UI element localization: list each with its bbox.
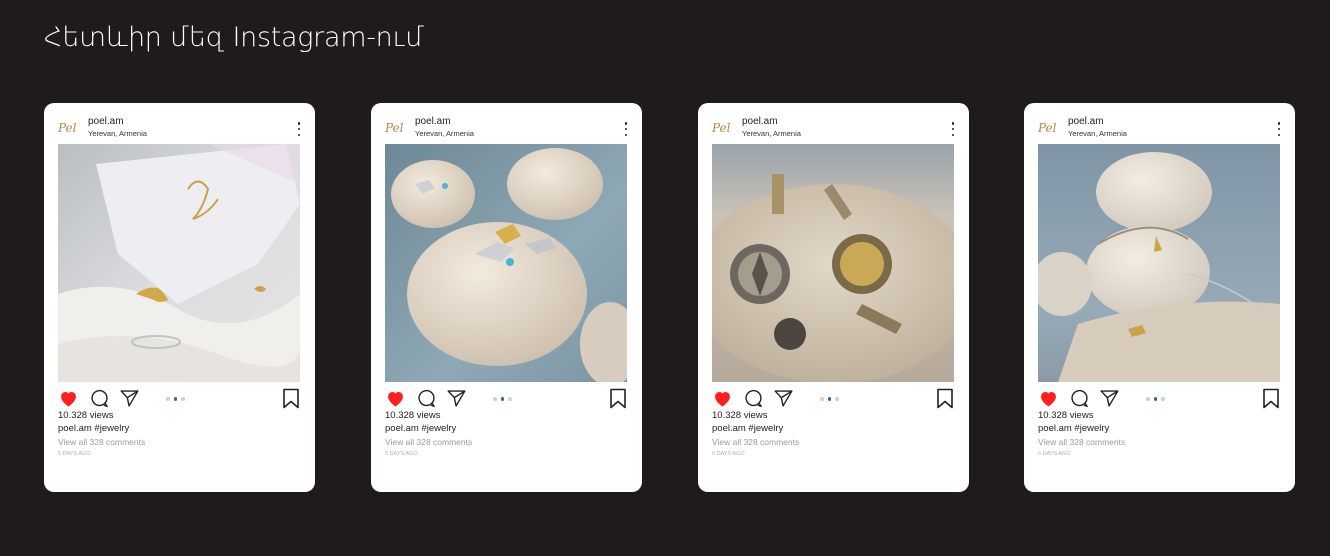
- post-timestamp: 5 DAYS AGO: [58, 451, 91, 457]
- paper-plane-icon[interactable]: [773, 388, 794, 409]
- post-actions: [58, 388, 300, 410]
- post-views: 10.328 views: [385, 410, 441, 421]
- bookmark-icon[interactable]: [282, 388, 300, 409]
- view-comments-link[interactable]: View all 328 comments: [58, 437, 145, 447]
- instagram-post-card[interactable]: Pel poel.am Yerevan, Armenia 10.328 view…: [1024, 103, 1295, 492]
- post-caption: poel.am #jewelry: [712, 423, 784, 434]
- post-views: 10.328 views: [1038, 410, 1094, 421]
- bookmark-icon[interactable]: [609, 388, 627, 409]
- brand-logo[interactable]: Pel: [1038, 119, 1062, 137]
- carousel-dot-active: [173, 397, 177, 401]
- carousel-indicator: [166, 397, 185, 401]
- more-vertical-icon[interactable]: [295, 122, 303, 136]
- carousel-dot-active: [827, 397, 831, 401]
- view-comments-link[interactable]: View all 328 comments: [712, 437, 799, 447]
- post-actions: [385, 388, 627, 410]
- carousel-indicator: [493, 397, 512, 401]
- more-vertical-icon[interactable]: [949, 122, 957, 136]
- brand-logo[interactable]: Pel: [712, 119, 736, 137]
- carousel-dot-active: [1153, 397, 1157, 401]
- bookmark-icon[interactable]: [1262, 388, 1280, 409]
- paper-plane-icon[interactable]: [1099, 388, 1120, 409]
- instagram-post-card[interactable]: Pel poel.am Yerevan, Armenia 10.328 view…: [698, 103, 969, 492]
- carousel-dot: [166, 397, 170, 401]
- brand-logo[interactable]: Pel: [58, 119, 82, 137]
- instagram-post-card[interactable]: Pel poel.am Yerevan, Armenia 10.328 view…: [44, 103, 315, 492]
- post-location[interactable]: Yerevan, Armenia: [1068, 129, 1127, 138]
- section-title: Հետևիր մեզ Instagram-ում: [44, 22, 424, 53]
- comment-icon[interactable]: [89, 388, 110, 409]
- carousel-dot: [820, 397, 824, 401]
- post-caption: poel.am #jewelry: [58, 423, 130, 434]
- post-handle[interactable]: poel.am: [1068, 116, 1104, 127]
- post-views: 10.328 views: [712, 410, 768, 421]
- paper-plane-icon[interactable]: [446, 388, 467, 409]
- carousel-dot: [835, 397, 839, 401]
- post-timestamp: 5 DAYS AGO: [385, 451, 418, 457]
- post-photo-necklace-on-stones[interactable]: [1038, 144, 1280, 382]
- carousel-dot: [181, 397, 185, 401]
- carousel-dot: [1161, 397, 1165, 401]
- post-location[interactable]: Yerevan, Armenia: [415, 129, 474, 138]
- post-header: Pel poel.am Yerevan, Armenia: [712, 115, 957, 143]
- carousel-indicator: [1146, 397, 1165, 401]
- carousel-indicator: [820, 397, 839, 401]
- post-location[interactable]: Yerevan, Armenia: [742, 129, 801, 138]
- paper-plane-icon[interactable]: [119, 388, 140, 409]
- post-header: Pel poel.am Yerevan, Armenia: [1038, 115, 1283, 143]
- post-header: Pel poel.am Yerevan, Armenia: [385, 115, 630, 143]
- carousel-dot-active: [500, 397, 504, 401]
- post-actions: [712, 388, 954, 410]
- post-timestamp: 6 DAYS AGO: [712, 451, 745, 457]
- post-timestamp: 6 DAYS AGO: [1038, 451, 1071, 457]
- post-photo-bird-earrings-on-stone[interactable]: [385, 144, 627, 382]
- more-vertical-icon[interactable]: [622, 122, 630, 136]
- post-caption: poel.am #jewelry: [385, 423, 457, 434]
- post-photo-pendants-on-rock[interactable]: [712, 144, 954, 382]
- view-comments-link[interactable]: View all 328 comments: [1038, 437, 1125, 447]
- post-handle[interactable]: poel.am: [415, 116, 451, 127]
- comment-icon[interactable]: [1069, 388, 1090, 409]
- more-vertical-icon[interactable]: [1275, 122, 1283, 136]
- brand-logo[interactable]: Pel: [385, 119, 409, 137]
- bookmark-icon[interactable]: [936, 388, 954, 409]
- post-handle[interactable]: poel.am: [742, 116, 778, 127]
- heart-icon[interactable]: [58, 388, 79, 409]
- post-actions: [1038, 388, 1280, 410]
- post-handle[interactable]: poel.am: [88, 116, 124, 127]
- view-comments-link[interactable]: View all 328 comments: [385, 437, 472, 447]
- post-photo-ring-on-sand[interactable]: [58, 144, 300, 382]
- post-caption: poel.am #jewelry: [1038, 423, 1110, 434]
- comment-icon[interactable]: [743, 388, 764, 409]
- carousel-dot: [1146, 397, 1150, 401]
- carousel-dot: [508, 397, 512, 401]
- post-header: Pel poel.am Yerevan, Armenia: [58, 115, 303, 143]
- instagram-post-card[interactable]: Pel poel.am Yerevan, Armenia 10.328 view…: [371, 103, 642, 492]
- heart-icon[interactable]: [712, 388, 733, 409]
- post-views: 10.328 views: [58, 410, 114, 421]
- comment-icon[interactable]: [416, 388, 437, 409]
- heart-icon[interactable]: [385, 388, 406, 409]
- heart-icon[interactable]: [1038, 388, 1059, 409]
- post-location[interactable]: Yerevan, Armenia: [88, 129, 147, 138]
- carousel-dot: [493, 397, 497, 401]
